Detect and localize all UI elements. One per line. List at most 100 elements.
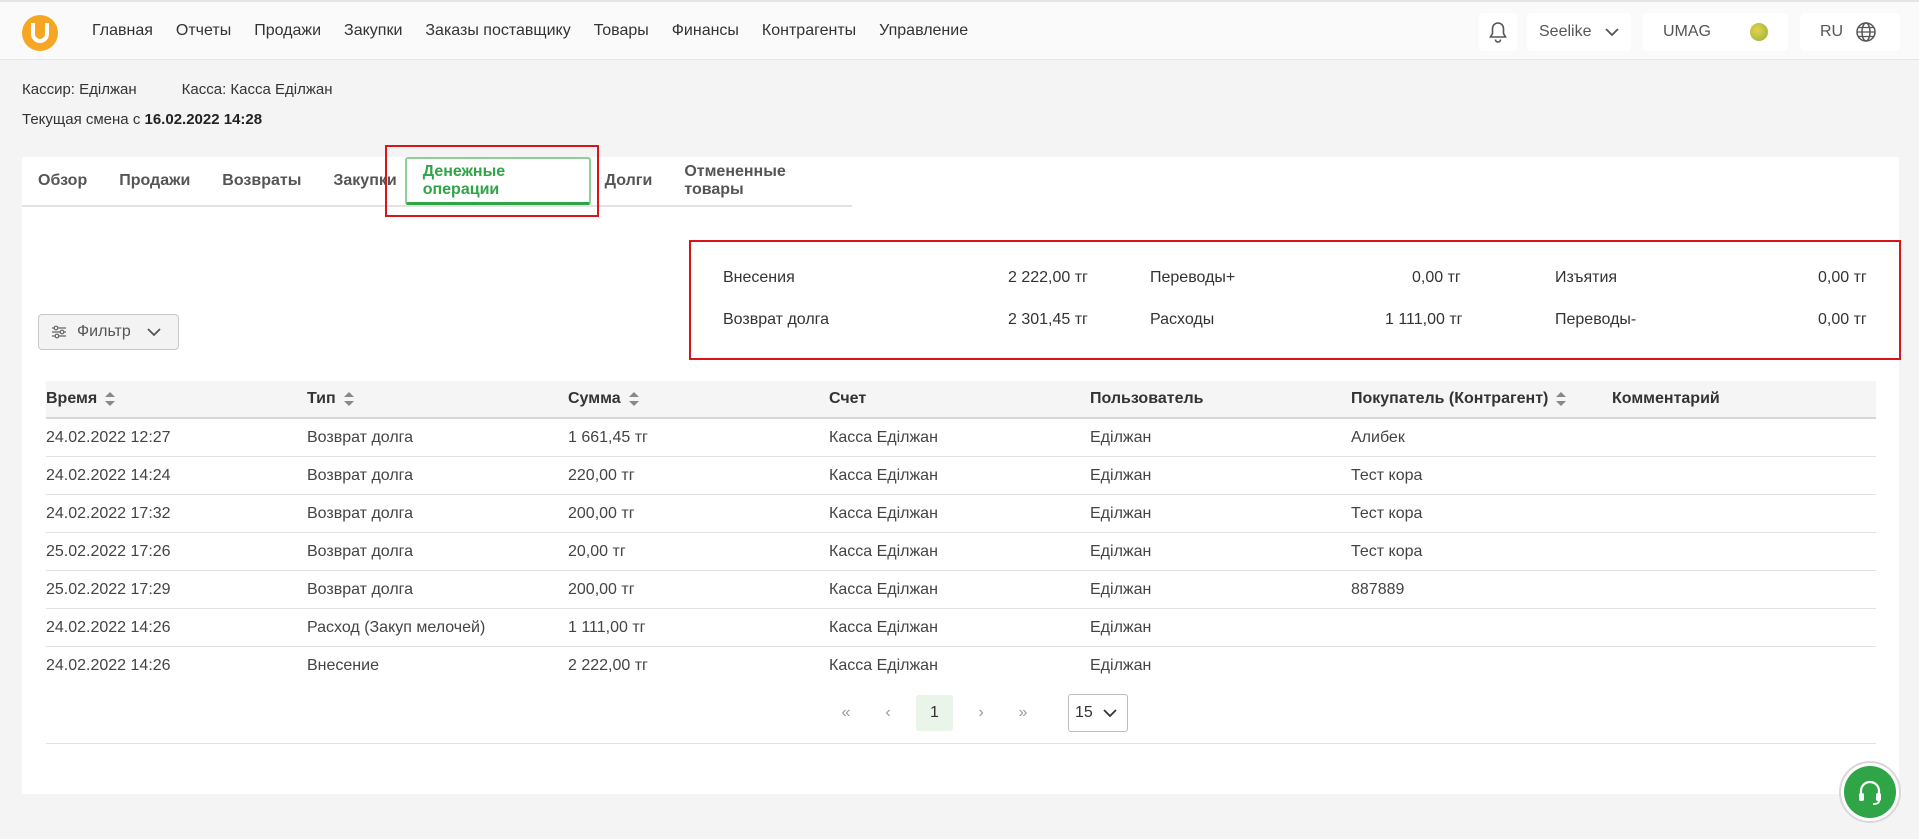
table-row[interactable]: 25.02.2022 17:29 Возврат долга 200,00 тг… bbox=[46, 571, 1876, 609]
table-row[interactable]: 24.02.2022 14:26 Расход (Закуп мелочей) … bbox=[46, 609, 1876, 647]
cell-amount: 1 661,45 тг bbox=[568, 428, 648, 446]
nav-item-reports[interactable]: Отчеты bbox=[176, 22, 231, 40]
cell-time: 24.02.2022 14:26 bbox=[46, 618, 171, 636]
cell-user: Еділжан bbox=[1090, 504, 1152, 522]
sort-icon[interactable] bbox=[628, 391, 639, 406]
cashier-line: Кассир: Еділжан bbox=[22, 81, 137, 98]
support-chat-button[interactable] bbox=[1839, 761, 1901, 823]
page-size-value: 15 bbox=[1075, 704, 1093, 721]
table-row[interactable]: 24.02.2022 14:24 Возврат долга 220,00 тг… bbox=[46, 457, 1876, 495]
cell-account: Касса Еділжан bbox=[829, 542, 938, 560]
column-time-label: Время bbox=[46, 390, 98, 407]
cell-account: Касса Еділжан bbox=[829, 618, 938, 636]
cashier-info: Кассир: Еділжан Касса: Касса Еділжан bbox=[22, 81, 333, 98]
table-row[interactable]: 24.02.2022 17:32 Возврат долга 200,00 тг… bbox=[46, 495, 1876, 533]
table-row[interactable]: 24.02.2022 14:26 Внесение 2 222,00 тг Ка… bbox=[46, 647, 1876, 685]
tab-purchases[interactable]: Закупки bbox=[317, 157, 396, 205]
tab-returns[interactable]: Возвраты bbox=[206, 157, 317, 205]
till-line: Касса: Касса Еділжан bbox=[182, 81, 333, 98]
chevron-down-icon bbox=[1605, 27, 1620, 36]
store-select-value: Seelike bbox=[1539, 23, 1592, 40]
cell-amount: 2 222,00 тг bbox=[568, 657, 648, 674]
column-buyer-label: Покупатель (Контрагент) bbox=[1351, 390, 1549, 407]
filter-button[interactable]: Фильтр bbox=[38, 314, 179, 350]
tab-cancelled-goods[interactable]: Отмененные товары bbox=[668, 157, 852, 205]
cell-time: 24.02.2022 17:32 bbox=[46, 504, 171, 522]
nav-item-finance[interactable]: Финансы bbox=[672, 22, 739, 40]
last-page-button[interactable]: » bbox=[1002, 704, 1044, 722]
umag-logo-icon[interactable] bbox=[22, 15, 58, 51]
cell-buyer: Тест кора bbox=[1351, 504, 1423, 522]
nav-item-purchases[interactable]: Закупки bbox=[344, 22, 402, 40]
store-select[interactable]: Seelike bbox=[1527, 13, 1631, 51]
summary-deposits-value: 2 222,00 тг bbox=[1008, 269, 1088, 286]
table-row[interactable]: 24.02.2022 12:27 Возврат долга 1 661,45 … bbox=[46, 419, 1876, 457]
tab-overview[interactable]: Обзор bbox=[22, 157, 103, 205]
summary-withdrawals-value: 0,00 тг bbox=[1818, 269, 1867, 286]
company-selector[interactable]: UMAG bbox=[1643, 13, 1788, 51]
till-name: Касса Еділжан bbox=[230, 81, 333, 98]
column-header-type[interactable]: Тип bbox=[307, 390, 354, 408]
cell-type: Расход (Закуп мелочей) bbox=[307, 618, 486, 636]
cell-account: Касса Еділжан bbox=[829, 580, 938, 598]
summary-withdrawals-label: Изъятия bbox=[1555, 269, 1618, 286]
cell-type: Возврат долга bbox=[307, 428, 414, 446]
column-header-buyer[interactable]: Покупатель (Контрагент) bbox=[1351, 390, 1567, 408]
bell-icon bbox=[1489, 22, 1507, 43]
cell-time: 25.02.2022 17:26 bbox=[46, 542, 171, 560]
current-page[interactable]: 1 bbox=[916, 695, 953, 731]
shift-info: Текущая смена с 16.02.2022 14:28 bbox=[22, 111, 262, 128]
first-page-button[interactable]: « bbox=[825, 704, 867, 722]
summary-transfers-in-value: 0,00 тг bbox=[1412, 269, 1461, 286]
money-summary: Внесения 2 222,00 тг Переводы+ 0,00 тг И… bbox=[689, 240, 1901, 360]
summary-expenses-value: 1 111,00 тг bbox=[1385, 311, 1463, 328]
cell-user: Еділжан bbox=[1090, 657, 1152, 674]
sort-icon[interactable] bbox=[343, 391, 354, 406]
cell-account: Касса Еділжан bbox=[829, 466, 938, 484]
summary-transfers-in-label: Переводы+ bbox=[1150, 269, 1236, 286]
sort-icon[interactable] bbox=[105, 391, 116, 406]
column-header-time[interactable]: Время bbox=[46, 390, 116, 408]
nav-item-management[interactable]: Управление bbox=[879, 22, 968, 40]
cell-amount: 220,00 тг bbox=[568, 466, 635, 484]
column-type-label: Тип bbox=[307, 390, 336, 407]
cell-buyer: Тест кора bbox=[1351, 466, 1423, 484]
cell-account: Касса Еділжан bbox=[829, 428, 938, 446]
nav-item-sales[interactable]: Продажи bbox=[254, 22, 321, 40]
next-page-button[interactable]: › bbox=[960, 704, 1002, 722]
main-nav: Главная Отчеты Продажи Закупки Заказы по… bbox=[92, 2, 968, 60]
cell-user: Еділжан bbox=[1090, 428, 1152, 446]
column-header-amount[interactable]: Сумма bbox=[568, 390, 639, 408]
pagination: « ‹ 1 › » 15 bbox=[825, 694, 1128, 732]
tab-debts[interactable]: Долги bbox=[605, 157, 669, 205]
column-amount-label: Сумма bbox=[568, 390, 621, 407]
column-header-comment: Комментарий bbox=[1612, 390, 1720, 407]
nav-item-goods[interactable]: Товары bbox=[594, 22, 649, 40]
notifications-button[interactable] bbox=[1479, 13, 1517, 51]
cell-time: 24.02.2022 14:26 bbox=[46, 657, 171, 674]
shift-label: Текущая смена с bbox=[22, 111, 141, 128]
column-header-user: Пользователь bbox=[1090, 390, 1204, 407]
cell-account: Касса Еділжан bbox=[829, 504, 938, 522]
tab-sales[interactable]: Продажи bbox=[103, 157, 206, 205]
cell-buyer: 887889 bbox=[1351, 580, 1405, 598]
cell-account: Касса Еділжан bbox=[829, 657, 938, 674]
cell-type: Возврат долга bbox=[307, 580, 414, 598]
company-name: UMAG bbox=[1663, 23, 1711, 40]
cell-user: Еділжан bbox=[1090, 580, 1152, 598]
nav-item-supplier-orders[interactable]: Заказы поставщику bbox=[425, 22, 570, 40]
cell-amount: 20,00 тг bbox=[568, 542, 626, 560]
cell-user: Еділжан bbox=[1090, 542, 1152, 560]
tab-money-operations[interactable]: Денежные операции bbox=[404, 157, 591, 205]
nav-item-home[interactable]: Главная bbox=[92, 22, 153, 40]
prev-page-button[interactable]: ‹ bbox=[867, 704, 909, 722]
table-row[interactable]: 25.02.2022 17:26 Возврат долга 20,00 тг … bbox=[46, 533, 1876, 571]
page-size-select[interactable]: 15 bbox=[1068, 694, 1128, 732]
nav-item-counterparties[interactable]: Контрагенты bbox=[762, 22, 856, 40]
cell-type: Возврат долга bbox=[307, 466, 414, 484]
cell-buyer: Алибек bbox=[1351, 428, 1405, 446]
language-select[interactable]: RU bbox=[1800, 13, 1900, 51]
chevron-down-icon bbox=[1103, 708, 1117, 717]
table-bottom-divider bbox=[46, 743, 1876, 744]
sort-icon[interactable] bbox=[1556, 391, 1567, 406]
